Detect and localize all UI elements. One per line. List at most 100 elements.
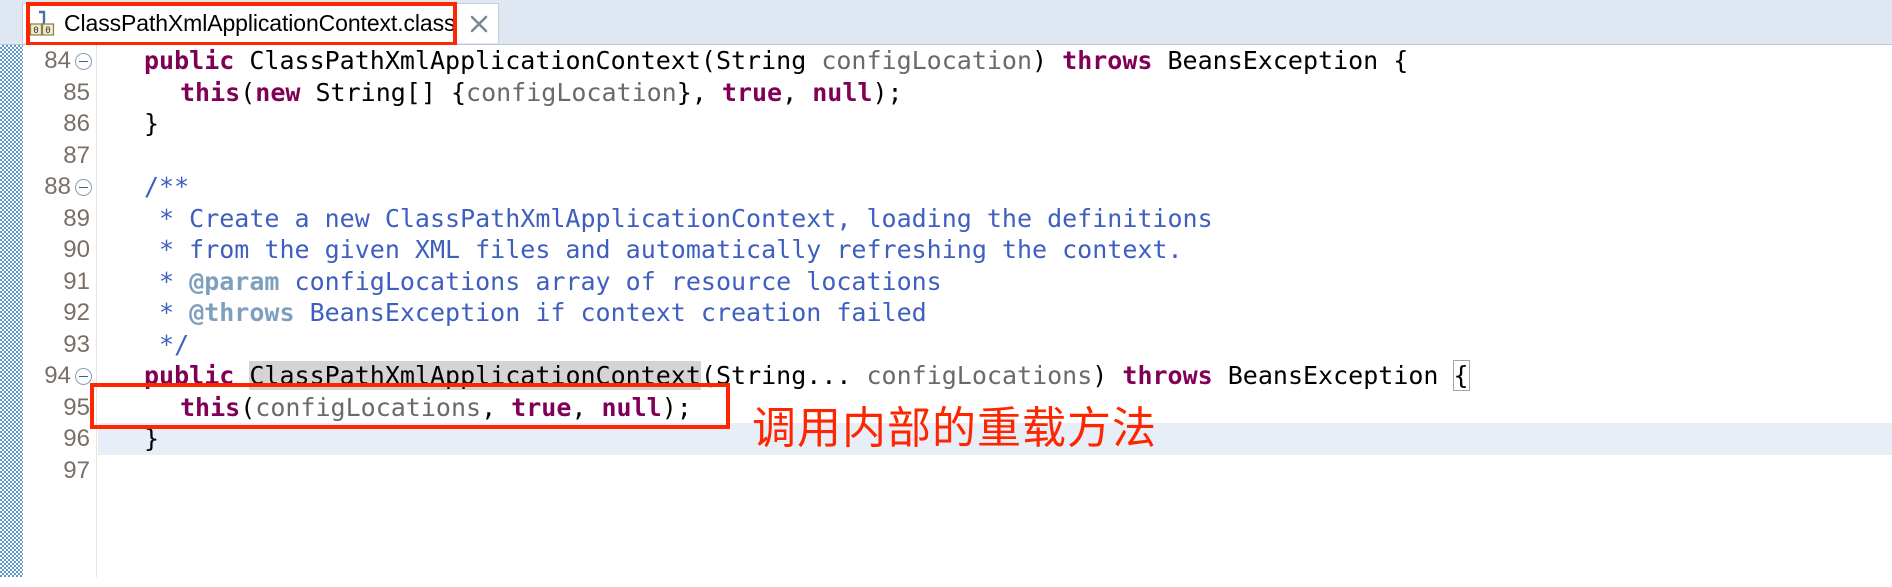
line-number: 88 [23,171,96,203]
code-token: (String... [700,361,867,390]
code-token: @throws [189,298,295,327]
code-token: public [144,361,235,390]
code-editor[interactable]: 84 85 86 87 88 89 90 91 92 93 94 95 96 97 public Clas… [0,45,1892,587]
code-token: throws [1122,361,1213,390]
code-line[interactable]: } [98,108,1892,140]
code-line[interactable] [98,140,1892,172]
code-line[interactable]: public ClassPathXmlApplicationContext(St… [98,45,1892,77]
editor-tab-bar: 0 0 ClassPathXmlApplicationContext.class [0,0,1892,46]
close-icon[interactable] [468,13,490,35]
line-number-gutter: 84 85 86 87 88 89 90 91 92 93 94 95 96 97 [23,45,97,587]
line-number-value: 90 [63,236,90,263]
code-line-content: this(configLocations, true, null); [98,393,692,422]
svg-text:0: 0 [45,26,50,36]
code-line-content: } [98,424,159,453]
eclipse-editor-window: 0 0 ClassPathXmlApplicationContext.class… [0,0,1892,587]
line-number: 95 [23,392,96,424]
code-line-content: */ [98,330,189,359]
tab-classpathxmlapplicationcontext[interactable]: 0 0 ClassPathXmlApplicationContext.class [22,3,500,43]
fold-collapse-icon[interactable] [75,179,92,197]
code-line[interactable]: * Create a new ClassPathXmlApplicationCo… [98,203,1892,235]
code-line-content: * @param configLocations array of resour… [98,267,942,296]
code-token: throws [1062,46,1153,75]
line-number-value: 87 [63,141,90,169]
code-line[interactable]: */ [98,329,1892,361]
code-token: , [571,392,602,422]
code-token: }, [676,77,722,107]
code-token: null [601,392,662,422]
code-token: * Create a new ClassPathXmlApplicationCo… [144,203,1213,233]
line-number: 87 [23,140,96,172]
code-token: true [511,392,572,422]
code-token: public [144,46,235,75]
code-line-content: } [98,109,159,138]
line-number-value: 86 [63,110,90,137]
line-number-value: 97 [63,456,90,484]
code-line-content [98,456,144,485]
code-token: /** [144,172,190,201]
code-line-content: * Create a new ClassPathXmlApplicationCo… [98,204,1213,233]
code-token: new [255,77,301,107]
code-token: } [144,424,160,453]
code-token: configLocations [866,361,1093,390]
code-text-area[interactable]: public ClassPathXmlApplicationContext(St… [98,45,1892,587]
code-token: ( [240,77,256,107]
line-number: 96 [23,423,96,455]
line-number: 94 [23,360,96,392]
code-token: ) [1092,361,1123,390]
svg-text:0: 0 [33,26,38,36]
line-number: 86 [23,108,96,140]
code-line[interactable]: /** [98,171,1892,203]
annotation-note: 调用内部的重载方法 [752,403,1157,454]
code-token: configLocations array of resource locati… [279,266,942,296]
line-number: 85 [23,77,96,109]
code-token: */ [144,329,190,359]
editor-bottom-strip [0,577,1892,587]
code-token: String[] { [300,77,467,107]
line-number-value: 88 [44,173,71,200]
line-number-value: 93 [63,330,90,358]
code-line[interactable]: this(new String[] {configLocation}, true… [98,77,1892,109]
code-token: * from the given XML files and automatic… [144,235,1183,264]
code-token: ( [240,392,256,422]
line-number-value: 96 [63,425,90,452]
code-line[interactable] [98,455,1892,487]
code-line-content [98,141,144,170]
code-line-content: this(new String[] {configLocation}, true… [98,78,903,107]
code-token: * [144,298,190,327]
line-number: 91 [23,266,96,298]
code-line-content: /** [98,172,189,201]
java-class-file-icon: 0 0 [29,10,55,38]
code-token: configLocation [466,77,677,107]
fold-collapse-icon[interactable] [75,368,92,386]
line-number: 84 [23,45,96,77]
code-token: this [180,77,241,107]
code-token: ); [872,77,903,107]
code-line-content: * @throws BeansException if context crea… [98,298,927,327]
code-token: , [782,77,813,107]
code-token: true [721,77,783,107]
fold-collapse-icon[interactable] [75,53,92,71]
line-number: 93 [23,329,96,361]
code-line[interactable]: * @throws BeansException if context crea… [98,297,1892,329]
code-line[interactable]: * from the given XML files and automatic… [98,234,1892,266]
line-number: 90 [23,234,96,266]
line-number: 89 [23,203,96,235]
line-number-value: 94 [44,362,71,389]
code-line-content: * from the given XML files and automatic… [98,235,1183,264]
code-token: { [1452,360,1470,391]
change-ruler-strip[interactable] [0,45,23,587]
code-token: @param [189,266,280,296]
line-number: 97 [23,455,96,487]
code-line[interactable]: public ClassPathXmlApplicationContext(St… [98,360,1892,392]
line-number: 92 [23,297,96,329]
code-token: configLocations [255,392,482,422]
line-number-value: 91 [63,267,90,295]
code-line[interactable]: * @param configLocations array of resour… [98,266,1892,298]
code-token: configLocation [821,46,1033,75]
code-token: , [481,392,512,422]
code-token: null [812,77,873,107]
code-token: this [180,392,241,422]
code-token: BeansException { [1152,46,1409,75]
